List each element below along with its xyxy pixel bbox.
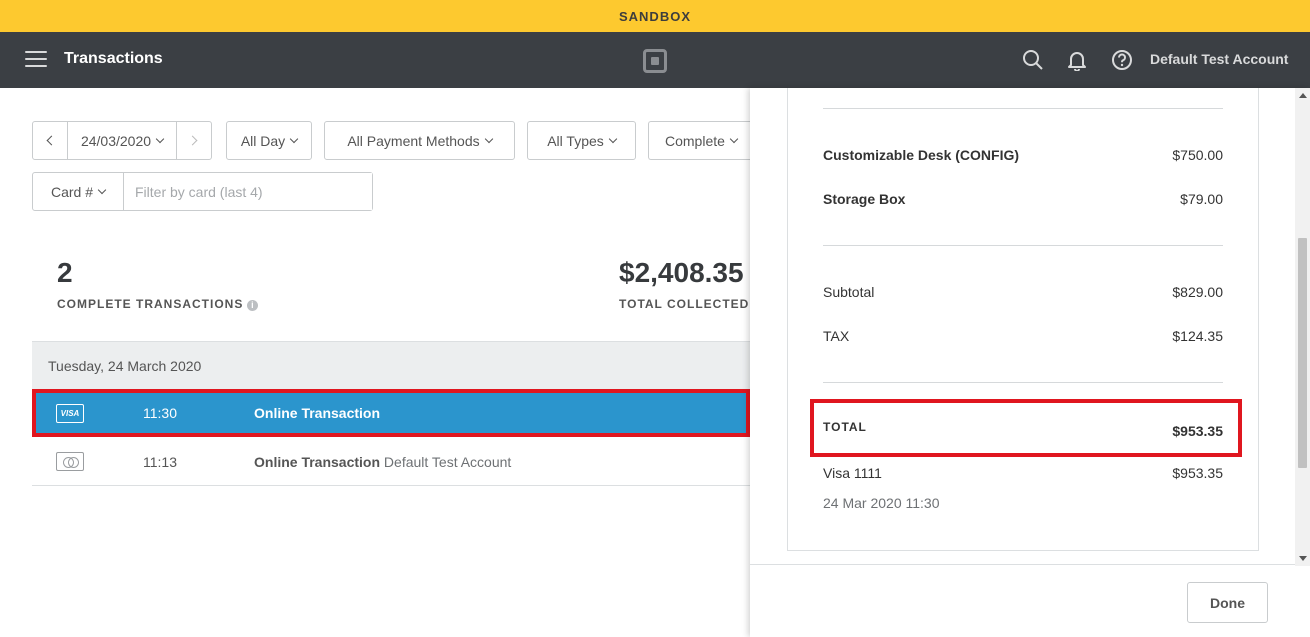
chevron-down-icon	[289, 134, 299, 143]
item-price: $79.00	[1180, 191, 1223, 207]
divider	[823, 245, 1223, 246]
scrollbar-thumb[interactable]	[1298, 238, 1307, 468]
page-title: Transactions	[64, 50, 163, 67]
transaction-description: Online Transaction Default Test Account	[254, 454, 511, 470]
subtotal-line: Subtotal $829.00	[823, 284, 1223, 300]
item-name: Storage Box	[823, 191, 906, 207]
transaction-detail-panel: Customizable Desk (CONFIG) $750.00 Stora…	[750, 88, 1310, 637]
transaction-subtitle: Default Test Account	[383, 453, 512, 470]
payment-amount: $953.35	[1172, 465, 1223, 481]
subtotal-value: $829.00	[1172, 284, 1223, 300]
square-logo-icon[interactable]	[643, 49, 667, 73]
tax-line: TAX $124.35	[823, 328, 1223, 344]
subtotal-label: Subtotal	[823, 284, 875, 300]
transaction-count: 2	[57, 257, 73, 288]
status-label: Complete	[665, 132, 725, 149]
chevron-down-icon	[155, 134, 165, 143]
done-button[interactable]: Done	[1187, 582, 1268, 623]
highlight-total	[810, 399, 1242, 457]
card-select-label: Card #	[50, 183, 94, 200]
info-icon[interactable]: i	[247, 300, 259, 311]
time-range-filter[interactable]: All Day	[226, 121, 312, 160]
date-filter: 24/03/2020	[32, 121, 212, 160]
scrollbar[interactable]	[1295, 88, 1310, 566]
transaction-count-label: COMPLETE TRANSACTIONS i	[57, 297, 259, 311]
card-filter-input[interactable]	[124, 173, 372, 210]
payment-methods-filter[interactable]: All Payment Methods	[324, 121, 515, 160]
chevron-down-icon	[97, 185, 107, 194]
payment-methods-label: All Payment Methods	[347, 132, 480, 149]
hamburger-menu-icon[interactable]	[25, 51, 47, 69]
next-date-button[interactable]	[176, 122, 211, 159]
chevron-down-icon	[484, 134, 493, 143]
line-item: Customizable Desk (CONFIG) $750.00	[823, 147, 1223, 163]
divider	[823, 108, 1223, 109]
types-filter[interactable]: All Types	[527, 121, 636, 160]
status-filter[interactable]: Complete	[648, 121, 750, 160]
transaction-datetime: 24 Mar 2020 11:30	[823, 495, 940, 511]
types-label: All Types	[547, 132, 604, 149]
item-price: $750.00	[1172, 147, 1223, 163]
chevron-down-icon	[729, 134, 739, 143]
sandbox-banner: SANDBOX	[0, 0, 1310, 32]
bell-icon[interactable]	[1066, 49, 1088, 71]
panel-footer: Done	[750, 564, 1310, 637]
chevron-left-icon	[46, 135, 57, 146]
transaction-row[interactable]: 11:13 Online Transaction Default Test Ac…	[32, 438, 750, 486]
date-select[interactable]: 24/03/2020	[68, 133, 176, 149]
search-icon[interactable]	[1022, 49, 1044, 71]
day-header: Tuesday, 24 March 2020	[32, 341, 750, 389]
previous-date-button[interactable]	[33, 122, 68, 159]
scroll-up-icon[interactable]	[1299, 93, 1307, 98]
chevron-right-icon	[187, 135, 198, 146]
account-menu[interactable]: Default Test Account	[1150, 51, 1290, 67]
tax-value: $124.35	[1172, 328, 1223, 344]
card-filter-select[interactable]: Card #	[33, 173, 124, 210]
total-collected: $2,408.35	[619, 257, 744, 288]
count-label-text: COMPLETE TRANSACTIONS	[57, 297, 244, 311]
date-value: 24/03/2020	[80, 132, 152, 149]
chevron-down-icon	[608, 134, 618, 143]
line-item: Storage Box $79.00	[823, 191, 1223, 207]
card-filter: Card #	[32, 172, 373, 211]
scroll-down-icon[interactable]	[1299, 556, 1307, 561]
highlight-selected-row	[32, 389, 750, 437]
mastercard-icon	[56, 452, 84, 471]
help-icon[interactable]	[1111, 49, 1133, 71]
receipt: Customizable Desk (CONFIG) $750.00 Stora…	[787, 88, 1259, 551]
top-navigation: Transactions Default Test Account	[0, 32, 1310, 88]
transaction-time: 11:13	[143, 453, 177, 470]
payment-method: Visa 1111	[823, 465, 882, 481]
item-name: Customizable Desk (CONFIG)	[823, 147, 1020, 163]
time-range-label: All Day	[240, 132, 286, 149]
divider	[823, 382, 1223, 383]
transaction-title: Online Transaction	[254, 453, 381, 470]
payment-line: Visa 1111 $953.35	[823, 465, 1223, 481]
total-collected-label: TOTAL COLLECTED	[619, 297, 750, 311]
tax-label: TAX	[823, 328, 850, 344]
